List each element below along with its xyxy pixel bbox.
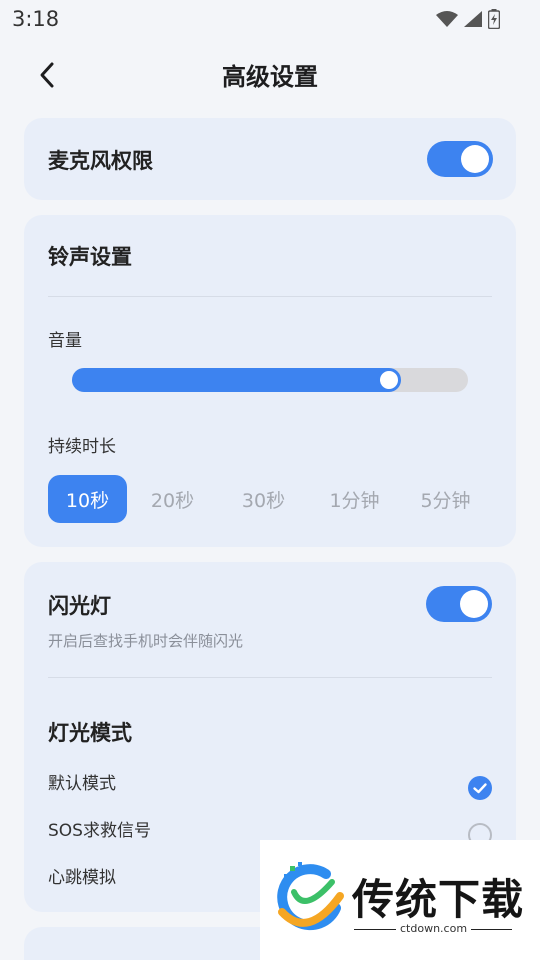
flashlight-label: 闪光灯	[48, 594, 111, 618]
duration-label: 持续时长	[48, 437, 116, 457]
duration-option-5min[interactable]: 5分钟	[400, 475, 491, 523]
volume-slider-fill	[72, 368, 389, 392]
mode-heartbeat-label: 心跳模拟	[48, 868, 116, 888]
duration-option-20s[interactable]: 20秒	[127, 475, 218, 523]
watermark-url: ctdown.com	[396, 922, 472, 935]
mode-default-label: 默认模式	[48, 774, 116, 794]
duration-option-1min[interactable]: 1分钟	[309, 475, 400, 523]
watermark-brand: 传统下载	[352, 875, 525, 924]
flashlight-toggle[interactable]	[426, 586, 492, 622]
ringtone-card: 铃声设置 音量 持续时长 10秒 20秒 30秒 1分钟 5分钟	[24, 215, 516, 547]
signal-icon	[464, 11, 482, 27]
watermark: 传统下载 ctdown.com	[260, 840, 540, 960]
status-time: 3:18	[12, 7, 60, 31]
wifi-icon	[436, 11, 458, 27]
microphone-label: 麦克风权限	[48, 149, 153, 173]
check-icon	[473, 783, 487, 794]
ctdown-logo-icon	[277, 862, 344, 931]
mode-sos-label: SOS求救信号	[48, 821, 151, 841]
ringtone-title: 铃声设置	[48, 245, 132, 269]
duration-option-30s[interactable]: 30秒	[218, 475, 309, 523]
duration-options: 10秒 20秒 30秒 1分钟 5分钟	[48, 475, 492, 523]
flashlight-toggle-knob	[460, 590, 488, 618]
chevron-left-icon	[40, 62, 54, 88]
status-bar: 3:18	[0, 0, 540, 38]
battery-charging-icon	[488, 9, 500, 29]
app-header: 高级设置	[0, 44, 540, 104]
flashlight-description: 开启后查找手机时会伴随闪光	[48, 632, 244, 650]
volume-slider-thumb[interactable]	[376, 368, 401, 392]
microphone-toggle[interactable]	[427, 141, 493, 177]
microphone-toggle-knob	[461, 145, 489, 173]
volume-slider[interactable]	[72, 368, 468, 392]
mode-default-radio[interactable]	[468, 776, 492, 800]
page-title: 高级设置	[222, 62, 318, 91]
duration-option-10s[interactable]: 10秒	[48, 475, 127, 523]
flashlight-divider	[48, 677, 492, 678]
ringtone-divider	[48, 296, 492, 297]
back-button[interactable]	[30, 58, 64, 92]
status-icons	[436, 9, 500, 29]
page-root: 3:18 高级设置 麦克风权限 铃声设置 音量 持续时长 10秒 20秒 30秒…	[0, 0, 540, 960]
volume-label: 音量	[48, 331, 82, 351]
microphone-card: 麦克风权限	[24, 118, 516, 200]
light-mode-title: 灯光模式	[48, 721, 132, 745]
